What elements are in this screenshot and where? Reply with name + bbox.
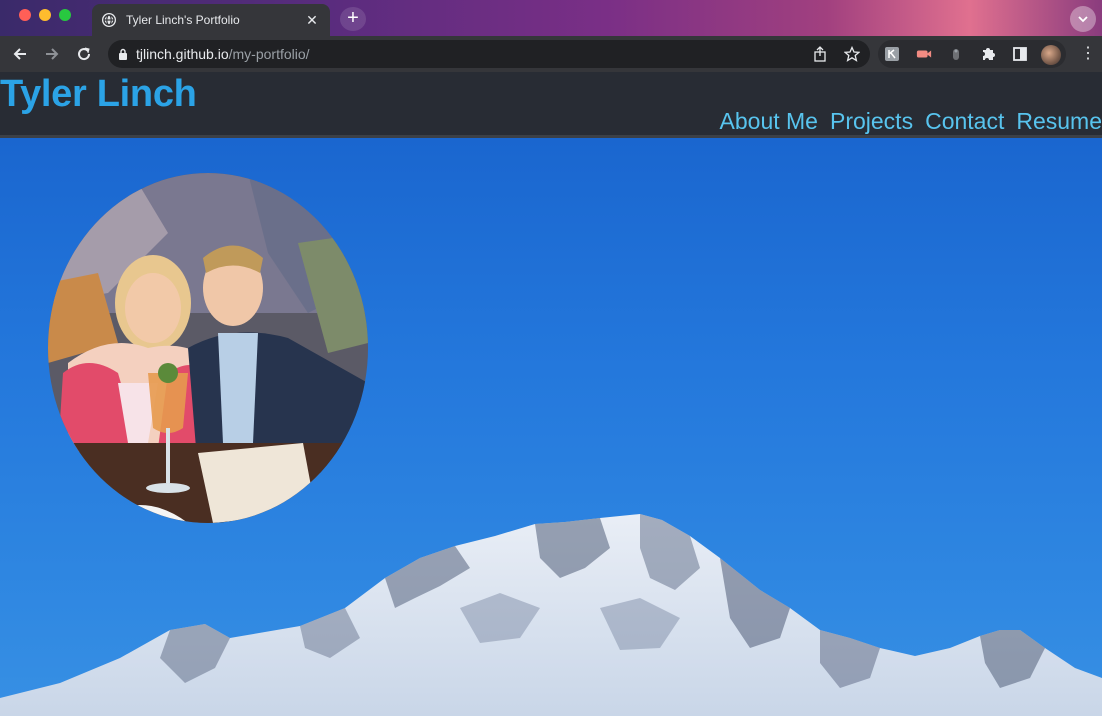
extension-icon-2[interactable] <box>948 46 964 62</box>
back-arrow-icon[interactable] <box>10 44 30 64</box>
tab-title: Tyler Linch's Portfolio <box>126 13 240 27</box>
plus-icon[interactable]: + <box>340 7 366 31</box>
star-icon[interactable] <box>844 46 860 62</box>
video-extension-icon[interactable] <box>916 46 932 62</box>
forward-arrow-icon[interactable] <box>42 44 62 64</box>
minimize-window-button[interactable] <box>39 9 51 21</box>
site-header: Tyler Linch About Me Projects Contact Re… <box>0 72 1102 138</box>
share-icon[interactable] <box>812 46 828 62</box>
extension-icon[interactable] <box>884 46 900 62</box>
lock-icon[interactable] <box>118 48 128 60</box>
url-text: tjlinch.github.io/my-portfolio/ <box>136 46 310 62</box>
profile-photo <box>48 173 368 523</box>
address-bar[interactable]: tjlinch.github.io/my-portfolio/ <box>108 40 870 68</box>
nav-projects[interactable]: Projects <box>830 108 913 134</box>
maximize-window-button[interactable] <box>59 9 71 21</box>
profile-avatar[interactable] <box>1041 45 1061 65</box>
sidepanel-icon[interactable] <box>1012 46 1028 62</box>
nav-about-me[interactable]: About Me <box>720 108 818 134</box>
profile-photo-art <box>48 173 368 523</box>
puzzle-icon[interactable] <box>980 46 996 62</box>
close-icon[interactable]: ✕ <box>304 12 320 29</box>
browser-titlebar: Tyler Linch's Portfolio ✕ + <box>0 0 1102 36</box>
chevron-down-icon[interactable] <box>1070 6 1096 32</box>
nav-contact[interactable]: Contact <box>925 108 1004 134</box>
browser-tab[interactable]: Tyler Linch's Portfolio ✕ <box>92 4 330 36</box>
globe-icon <box>102 13 116 27</box>
site-nav: About Me Projects Contact Resume <box>708 108 1102 134</box>
site-brand[interactable]: Tyler Linch <box>0 74 197 114</box>
reload-icon[interactable] <box>74 44 94 64</box>
kebab-menu-icon[interactable]: ⋮ <box>1080 46 1096 62</box>
extensions-group <box>878 40 1066 68</box>
browser-toolbar: tjlinch.github.io/my-portfolio/ ⋮ <box>0 36 1102 72</box>
nav-resume[interactable]: Resume <box>1016 108 1102 134</box>
hero-background <box>0 138 1102 716</box>
close-window-button[interactable] <box>19 9 31 21</box>
